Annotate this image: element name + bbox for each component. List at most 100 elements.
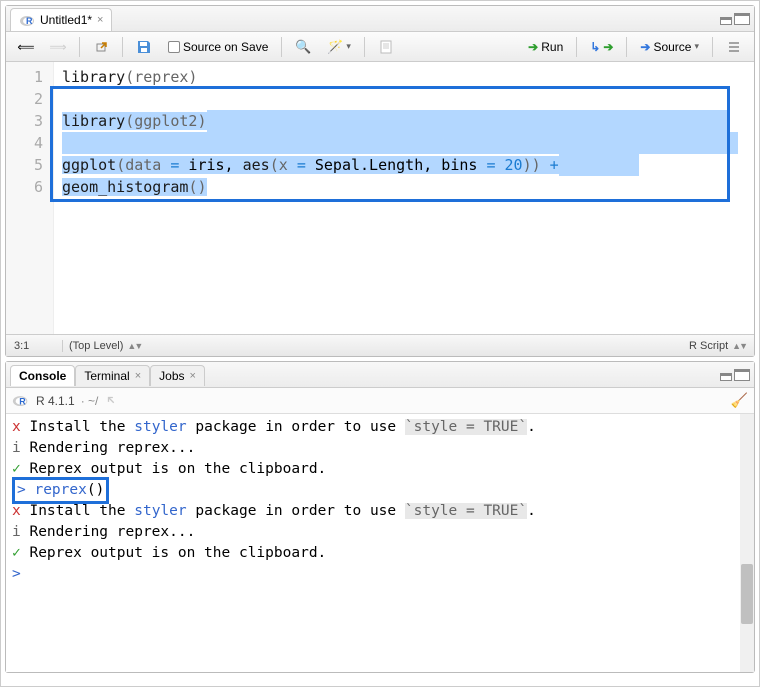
separator	[626, 37, 627, 57]
code-token: (ggplot2)	[125, 112, 206, 130]
code-token: ggplot	[62, 156, 116, 174]
popout-icon	[93, 39, 109, 55]
separator	[364, 37, 365, 57]
code-token: library	[62, 112, 125, 130]
code-tools-button[interactable]: 🪄▾	[321, 36, 357, 58]
forward-icon: ⟹	[50, 39, 66, 55]
wand-icon: 🪄	[327, 39, 343, 55]
separator	[712, 37, 713, 57]
updown-icon: ▲▼	[732, 341, 746, 351]
save-button[interactable]	[130, 36, 158, 58]
dropdown-caret-icon: ▾	[346, 41, 351, 52]
separator	[281, 37, 282, 57]
code-text[interactable]: library(reprex) library(ggplot2) ggplot(…	[54, 62, 754, 334]
working-dir[interactable]: · ~/	[81, 394, 99, 408]
code-token: ))	[523, 156, 541, 174]
console-line: ✓ Reprex output is on the clipboard.	[12, 459, 748, 480]
r-version: R 4.1.1	[36, 394, 75, 408]
console-tab[interactable]: Console	[10, 365, 75, 386]
language-selector[interactable]: R Script ▲▼	[689, 340, 746, 352]
tab-label: Terminal	[84, 369, 129, 383]
code-token	[496, 156, 505, 174]
console-prompt[interactable]: >	[12, 564, 748, 585]
rerun-blue-icon: ↳	[590, 40, 600, 54]
code-token: =	[297, 156, 306, 174]
tab-label: Jobs	[159, 369, 184, 383]
code-token: (reprex)	[125, 68, 197, 86]
close-tab-icon[interactable]: ×	[97, 14, 103, 26]
code-token: iris,	[179, 156, 242, 174]
cursor-position: 3:1	[14, 340, 62, 352]
source-arrow-icon: ➔	[640, 40, 650, 54]
svg-text:R: R	[19, 397, 26, 407]
run-button[interactable]: ➔Run	[522, 37, 569, 57]
info-mark-icon: i	[12, 524, 21, 540]
source-button[interactable]: ➔Source ▾	[634, 37, 705, 57]
compile-report-button[interactable]	[372, 36, 400, 58]
back-button[interactable]: ⟸	[12, 36, 40, 58]
popout-wd-icon[interactable]	[104, 393, 120, 409]
source-on-save-toggle[interactable]: Source on Save	[162, 37, 274, 57]
console-output[interactable]: x Install the styler package in order to…	[6, 414, 754, 672]
find-button[interactable]: 🔍	[289, 36, 317, 58]
minimize-pane-icon[interactable]	[720, 373, 732, 381]
pane-controls	[720, 369, 750, 381]
source-label: Source	[653, 40, 691, 54]
editor-body[interactable]: 1 2 3 4 5 6 library(reprex) library(ggpl…	[6, 62, 754, 334]
scope-label: (Top Level)	[69, 340, 123, 352]
code-token: ()	[188, 178, 206, 196]
line-number: 4	[6, 132, 43, 154]
code-token: +	[541, 156, 559, 174]
line-gutter: 1 2 3 4 5 6	[6, 62, 54, 334]
run-label: Run	[541, 40, 563, 54]
console-line: i Rendering reprex...	[12, 438, 748, 459]
console-line: x Install the styler package in order to…	[12, 501, 748, 522]
console-line: x Install the styler package in order to…	[12, 417, 748, 438]
line-number: 3	[6, 110, 43, 132]
terminal-tab[interactable]: Terminal ×	[75, 365, 150, 386]
scrollbar[interactable]	[740, 414, 754, 672]
highlight-annotation: > reprex()	[12, 477, 109, 504]
error-mark-icon: x	[12, 419, 21, 435]
close-tab-icon[interactable]: ×	[135, 370, 141, 382]
line-number: 5	[6, 154, 43, 176]
console-tab-bar: Console Terminal × Jobs ×	[6, 362, 754, 388]
console-line: > reprex()	[12, 480, 748, 501]
updown-icon: ▲▼	[127, 341, 141, 351]
editor-tab-bar: R Untitled1* ×	[6, 6, 754, 32]
back-icon: ⟸	[18, 39, 34, 55]
line-number: 6	[6, 176, 43, 198]
editor-pane: R Untitled1* × ⟸ ⟹ Source on Save 🔍 🪄▾ ➔…	[5, 5, 755, 357]
editor-tab[interactable]: R Untitled1* ×	[10, 8, 112, 31]
minimize-pane-icon[interactable]	[720, 17, 732, 25]
code-token: (data	[116, 156, 170, 174]
line-number: 1	[6, 66, 43, 88]
separator	[122, 37, 123, 57]
check-mark-icon: ✓	[12, 461, 21, 477]
outline-icon	[726, 39, 742, 55]
code-token: library	[62, 68, 125, 86]
forward-button[interactable]: ⟹	[44, 36, 72, 58]
editor-status-bar: 3:1 (Top Level) ▲▼ R Script ▲▼	[6, 334, 754, 356]
language-label: R Script	[689, 340, 728, 352]
maximize-pane-icon[interactable]	[734, 13, 750, 25]
r-file-icon: R	[19, 12, 35, 28]
scope-selector[interactable]: (Top Level) ▲▼	[62, 340, 689, 352]
editor-tab-title: Untitled1*	[40, 13, 92, 27]
close-tab-icon[interactable]: ×	[190, 370, 196, 382]
clear-console-icon[interactable]: 🧹	[731, 392, 748, 409]
check-mark-icon: ✓	[12, 545, 21, 561]
console-pane: Console Terminal × Jobs × R R 4.1.1 · ~/ 🧹…	[5, 361, 755, 673]
outline-button[interactable]	[720, 36, 748, 58]
save-icon	[136, 39, 152, 55]
maximize-pane-icon[interactable]	[734, 369, 750, 381]
console-header: R R 4.1.1 · ~/ 🧹	[6, 388, 754, 414]
notebook-icon	[378, 39, 394, 55]
error-mark-icon: x	[12, 503, 21, 519]
jobs-tab[interactable]: Jobs ×	[150, 365, 205, 386]
svg-text:R: R	[26, 16, 33, 26]
rerun-button[interactable]: ↳➔	[584, 37, 619, 57]
search-icon: 🔍	[295, 39, 311, 55]
popout-button[interactable]	[87, 36, 115, 58]
scroll-thumb[interactable]	[741, 564, 753, 624]
